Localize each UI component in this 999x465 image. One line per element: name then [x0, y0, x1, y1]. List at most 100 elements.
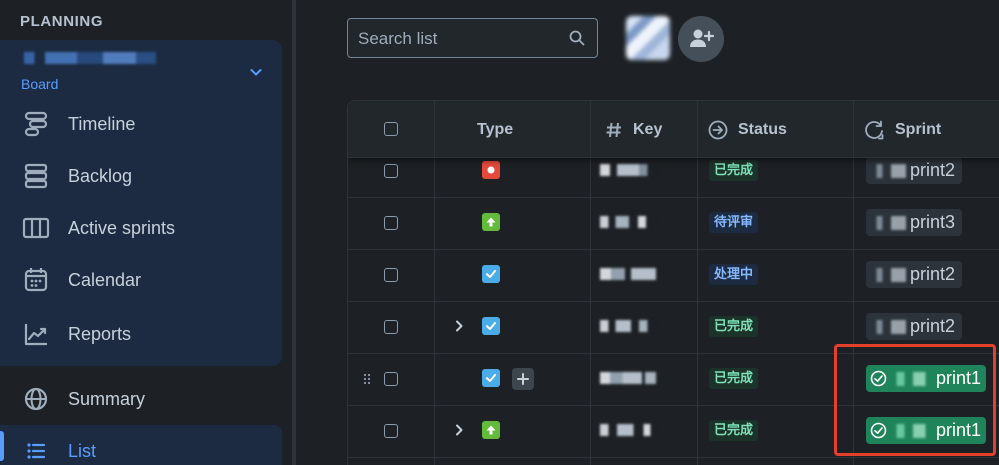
story-icon — [482, 421, 500, 439]
project-subtitle[interactable]: Board — [21, 76, 58, 92]
list-icon — [20, 435, 52, 465]
sprint-name: print2 — [910, 160, 956, 180]
column-header-label: Key — [633, 121, 663, 138]
sprint-name: print2 — [910, 316, 956, 336]
sidebar-item-label: Summary — [68, 388, 146, 409]
sprint-chip[interactable]: print1 — [866, 417, 986, 444]
chevron-right-icon[interactable] — [452, 319, 466, 333]
chevron-right-icon[interactable] — [452, 423, 466, 437]
drag-handle-icon[interactable] — [362, 372, 372, 386]
sprint-name: print3 — [910, 212, 956, 232]
issue-key-redacted[interactable] — [600, 372, 656, 384]
board-columns-icon — [20, 212, 52, 244]
sprint-cycle-icon — [863, 119, 885, 141]
sprint-name-redacted — [868, 268, 910, 282]
column-separator — [697, 101, 698, 157]
row-checkbox[interactable] — [384, 268, 398, 282]
sprint-name: print1 — [936, 368, 982, 388]
sprint-name-redacted — [868, 216, 910, 230]
status-badge[interactable]: 已完成 — [709, 420, 759, 441]
chevron-down-icon[interactable] — [248, 64, 264, 80]
sidebar-item-label: Backlog — [68, 165, 133, 186]
sidebar-item-label: Calendar — [68, 269, 142, 290]
avatar[interactable] — [626, 16, 670, 60]
hash-icon — [605, 121, 623, 139]
line-chart-icon — [20, 318, 52, 350]
issue-key-redacted[interactable] — [600, 424, 656, 436]
row-checkbox[interactable] — [384, 424, 398, 438]
sprint-name-redacted — [890, 372, 932, 386]
sidebar-item-reports[interactable]: Reports — [20, 314, 270, 354]
issue-key-redacted[interactable] — [600, 216, 656, 228]
status-badge[interactable]: 已完成 — [709, 160, 759, 181]
sprint-name: print1 — [936, 420, 982, 440]
sidebar-item-label: Active sprints — [68, 217, 176, 238]
row-checkbox[interactable] — [384, 164, 398, 178]
issue-key-redacted[interactable] — [600, 164, 656, 176]
table-row[interactable]: 已完成 print2 — [348, 301, 999, 354]
sprint-name-redacted — [890, 424, 932, 438]
status-badge[interactable]: 已完成 — [709, 316, 759, 337]
sprint-name-redacted — [868, 164, 910, 178]
backlog-icon — [20, 160, 52, 192]
table-row[interactable]: 处理中 print2 — [348, 249, 999, 302]
sprint-chip[interactable]: print2 — [866, 157, 962, 184]
row-checkbox[interactable] — [384, 320, 398, 334]
sidebar-item-calendar[interactable]: Calendar — [20, 260, 270, 300]
column-header-key[interactable]: Key — [605, 119, 662, 141]
story-icon — [482, 213, 500, 231]
issue-table: Type Key Status Sprint 已完成 print2 待评审 pr… — [347, 100, 999, 465]
bug-icon — [482, 161, 500, 179]
status-badge[interactable]: 待评审 — [709, 212, 759, 233]
issue-key-redacted[interactable] — [600, 268, 656, 280]
sidebar-item-list[interactable]: List — [20, 431, 270, 465]
table-row[interactable]: 待评审 print3 — [348, 197, 999, 250]
column-header-status[interactable]: Status — [708, 119, 787, 141]
column-separator — [590, 101, 591, 157]
table-row[interactable]: 已完成 print1 — [348, 353, 999, 406]
search-input[interactable] — [356, 27, 560, 51]
column-header-label: Sprint — [895, 121, 942, 138]
add-people-button[interactable] — [678, 16, 724, 62]
sidebar-item-label: Timeline — [68, 113, 136, 134]
calendar-icon — [20, 264, 52, 296]
column-separator — [434, 101, 435, 157]
sidebar-item-label: Reports — [68, 323, 132, 344]
sprint-name: print2 — [910, 264, 956, 284]
sprint-chip[interactable]: print1 — [866, 365, 986, 392]
column-header-sprint[interactable]: Sprint — [863, 119, 941, 141]
sprint-chip[interactable]: print3 — [866, 209, 962, 236]
sprint-chip[interactable]: print2 — [866, 313, 962, 340]
column-header-type[interactable]: Type — [477, 119, 513, 141]
sidebar-item-backlog[interactable]: Backlog — [20, 156, 270, 196]
row-checkbox[interactable] — [384, 372, 398, 386]
sidebar-section-title: PLANNING — [20, 13, 104, 30]
status-badge[interactable]: 处理中 — [709, 264, 759, 285]
search-icon[interactable] — [569, 30, 585, 46]
check-circle-icon — [870, 422, 887, 439]
issue-key-redacted[interactable] — [600, 320, 656, 332]
sidebar-resize-handle[interactable] — [292, 0, 296, 465]
sidebar-item-summary[interactable]: Summary — [20, 379, 270, 419]
active-item-marker — [0, 431, 4, 461]
check-circle-icon — [870, 370, 887, 387]
add-child-button[interactable] — [512, 368, 534, 390]
column-header-label: Type — [477, 121, 514, 138]
sidebar-item-label: List — [68, 440, 97, 461]
sprint-name-redacted — [868, 320, 910, 334]
sprint-chip[interactable]: print2 — [866, 261, 962, 288]
sidebar-item-timeline[interactable]: Timeline — [20, 104, 270, 144]
row-checkbox[interactable] — [384, 216, 398, 230]
globe-icon — [20, 383, 52, 415]
sidebar-item-active-sprints[interactable]: Active sprints — [20, 208, 270, 248]
task-icon — [482, 369, 500, 387]
project-name-redacted[interactable] — [24, 52, 156, 64]
search-box[interactable] — [347, 18, 598, 58]
app-window: PLANNING Board Timeline Backlog Active s… — [0, 0, 999, 465]
add-person-icon — [690, 29, 714, 47]
column-header-label: Status — [738, 121, 787, 138]
timeline-icon — [20, 108, 52, 140]
select-all-checkbox[interactable] — [384, 122, 398, 136]
table-row[interactable]: 已完成 print1 — [348, 405, 999, 458]
status-badge[interactable]: 已完成 — [709, 368, 759, 389]
